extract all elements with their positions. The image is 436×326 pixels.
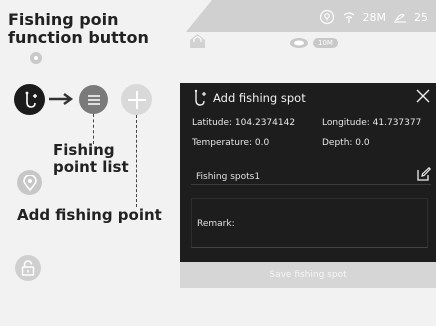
location-button[interactable] bbox=[17, 170, 42, 195]
spot-name-text: Fishing spots1 bbox=[196, 172, 261, 182]
dialog-title: Add fishing spot bbox=[213, 91, 306, 105]
fishing-point-function-button[interactable] bbox=[14, 84, 45, 115]
dialog-header: Add fishing spot bbox=[180, 83, 436, 115]
location-pin-icon bbox=[22, 174, 37, 191]
boat-depth-badge: 10M bbox=[313, 38, 338, 48]
boat-icon bbox=[290, 38, 308, 48]
fishing-hook-icon bbox=[25, 91, 37, 108]
fishing-point-list-annotation: Fishing point list bbox=[53, 141, 129, 177]
temperature-value: Temperature: 0.0 bbox=[192, 138, 270, 148]
status-indicators: 28M 25 bbox=[319, 9, 428, 25]
spot-name-field[interactable]: Fishing spots1 bbox=[191, 163, 431, 185]
fishing-hook-icon bbox=[194, 89, 206, 106]
list-pointer-line bbox=[93, 114, 94, 144]
add-fishing-spot-dialog: Add fishing spot Latitude: 104.2374142 L… bbox=[180, 83, 436, 288]
depth-value: Depth: 0.0 bbox=[322, 138, 370, 148]
save-fishing-spot-button[interactable]: Save fishing spot bbox=[180, 262, 436, 288]
remark-label: Remark: bbox=[197, 219, 235, 229]
count-text: 25 bbox=[414, 10, 428, 24]
close-icon[interactable] bbox=[415, 88, 431, 104]
wifi-signal-icon bbox=[341, 9, 357, 25]
small-map-button[interactable] bbox=[30, 52, 42, 64]
edit-icon[interactable] bbox=[417, 167, 431, 181]
location-target-icon[interactable] bbox=[319, 9, 335, 25]
plus-icon bbox=[127, 90, 146, 109]
remark-field[interactable]: Remark: bbox=[191, 198, 428, 248]
range-text: 28M bbox=[362, 10, 387, 24]
add-fishing-point-annotation: Add fishing point bbox=[17, 206, 162, 224]
lock-button[interactable] bbox=[15, 255, 41, 281]
lock-icon bbox=[21, 260, 35, 276]
longitude-value: Longitude: 41.737377 bbox=[322, 118, 422, 128]
fish-count-icon bbox=[392, 9, 408, 25]
latitude-value: Latitude: 104.2374142 bbox=[192, 118, 296, 128]
home-icon[interactable] bbox=[189, 33, 206, 48]
arrow-icon bbox=[49, 93, 74, 105]
boat-marker: 10M bbox=[288, 36, 338, 50]
add-pointer-line bbox=[136, 115, 137, 207]
add-fishing-point-button[interactable] bbox=[121, 84, 152, 115]
dot-icon bbox=[34, 56, 38, 60]
function-button-annotation: Fishing poin function button bbox=[8, 10, 149, 48]
fishing-point-list-button[interactable] bbox=[79, 85, 108, 114]
list-icon bbox=[87, 94, 100, 105]
